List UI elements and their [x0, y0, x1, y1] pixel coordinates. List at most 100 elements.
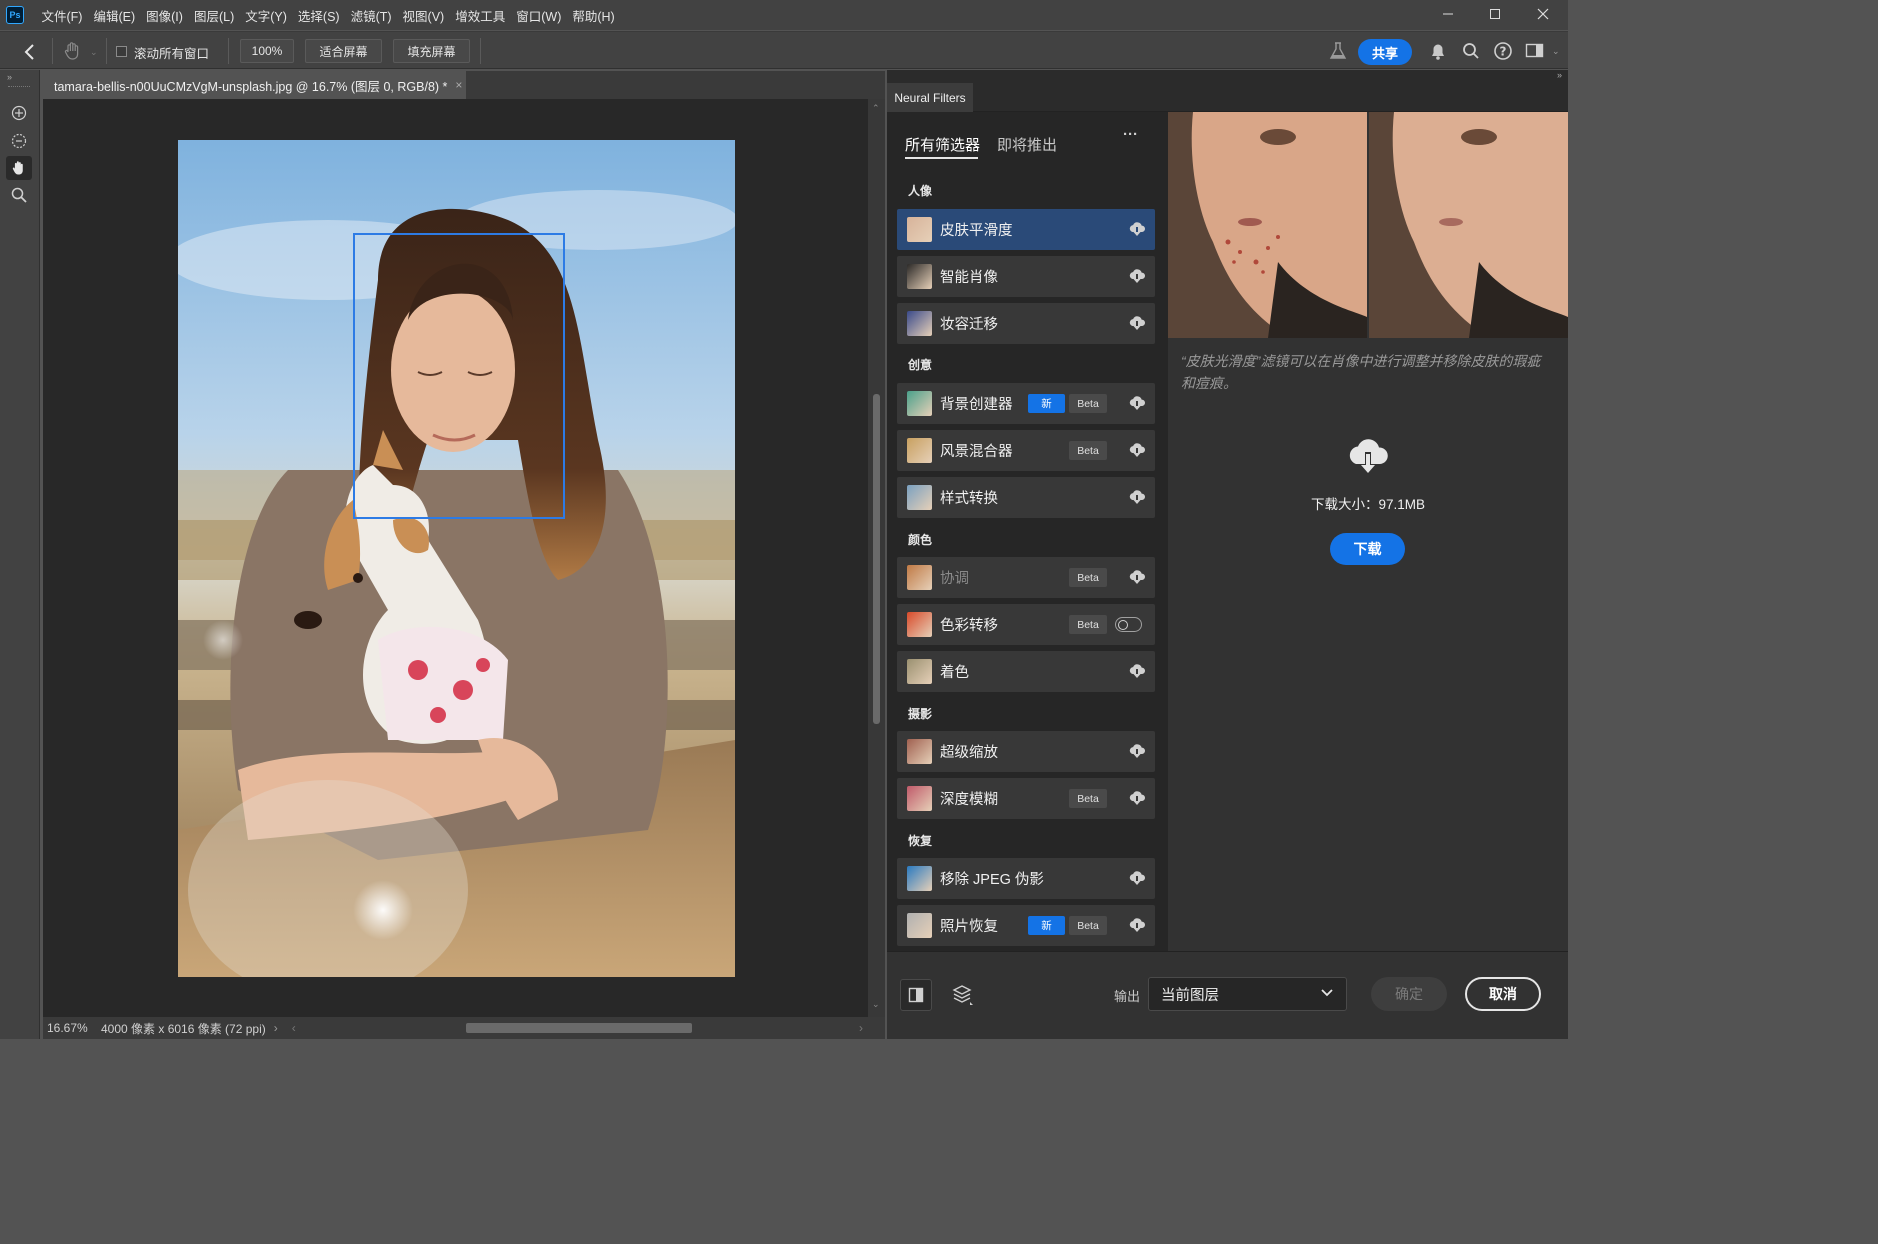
collapse-toolbar-icon[interactable]: » — [7, 72, 12, 82]
menu-layer[interactable]: 图层(L) — [188, 0, 239, 30]
cloud-download-icon[interactable] — [1128, 489, 1146, 505]
tab-neural-filters[interactable]: Neural Filters — [887, 83, 973, 112]
filter-toggle[interactable] — [1115, 617, 1142, 632]
tool-preset-chevron-icon[interactable]: ⌄ — [90, 47, 98, 58]
compare-view-icon[interactable] — [900, 979, 932, 1011]
close-tab-icon[interactable]: × — [455, 78, 462, 92]
filter-row[interactable]: 色彩转移 Beta — [897, 604, 1155, 645]
canvas-area[interactable] — [43, 99, 868, 1017]
filter-row[interactable]: 协调 Beta — [897, 557, 1155, 598]
menu-select[interactable]: 选择(S) — [292, 0, 345, 30]
menu-help[interactable]: 帮助(H) — [567, 0, 620, 30]
tab-all-filters[interactable]: 所有筛选器 — [905, 134, 980, 155]
filter-label: 协调 — [940, 571, 969, 587]
cloud-download-icon[interactable] — [1128, 790, 1146, 806]
collapse-panel-icon[interactable]: » — [1557, 70, 1562, 80]
menu-filter[interactable]: 滤镜(T) — [345, 0, 397, 30]
filter-row[interactable]: 超级缩放 — [897, 731, 1155, 772]
horizontal-scrollbar[interactable] — [296, 1018, 859, 1038]
vertical-scrollbar[interactable]: ⌃ ⌄ — [868, 99, 885, 1017]
filter-thumbnail — [907, 311, 932, 336]
divider — [106, 38, 107, 64]
menu-edit[interactable]: 编辑(E) — [88, 0, 141, 30]
cloud-download-icon[interactable] — [1128, 315, 1146, 331]
cloud-download-icon[interactable] — [1128, 569, 1146, 585]
document-tab[interactable]: tamara-bellis-n00UuCMzVgM-unsplash.jpg @… — [43, 71, 466, 99]
close-icon[interactable] — [1520, 0, 1566, 28]
status-expand-icon[interactable]: › — [274, 1021, 278, 1035]
filter-thumbnail — [907, 659, 932, 684]
photoshop-logo-icon[interactable]: Ps — [6, 6, 24, 24]
more-options-icon[interactable]: ··· — [1123, 126, 1138, 143]
document-photo[interactable] — [178, 140, 735, 977]
filter-row[interactable]: 移除 JPEG 伪影 — [897, 858, 1155, 899]
workspace-icon[interactable] — [1525, 42, 1545, 60]
menu-image[interactable]: 图像(I) — [141, 0, 189, 30]
filter-row[interactable]: 智能肖像 — [897, 256, 1155, 297]
scroll-up-icon[interactable]: ⌃ — [872, 103, 880, 114]
fill-screen-button[interactable]: 填充屏幕 — [393, 39, 470, 63]
menu-window[interactable]: 窗口(W) — [511, 0, 567, 30]
vertical-scrollbar-thumb[interactable] — [873, 394, 880, 724]
ok-button[interactable]: 确定 — [1371, 977, 1447, 1011]
fit-screen-button[interactable]: 适合屏幕 — [305, 39, 382, 63]
panel-footer: 输出 当前图层 确定 取消 — [887, 951, 1568, 1039]
cloud-download-icon[interactable] — [1128, 870, 1146, 886]
minimize-icon[interactable] — [1425, 0, 1471, 28]
divider — [52, 38, 53, 64]
filter-thumbnail — [907, 786, 932, 811]
cloud-download-icon[interactable] — [1128, 221, 1146, 237]
filter-row[interactable]: 背景创建器新 Beta — [897, 383, 1155, 424]
workspace-chevron-icon[interactable]: ⌄ — [1552, 46, 1560, 57]
filter-thumbnail — [907, 485, 932, 510]
output-select[interactable]: 当前图层 — [1148, 977, 1347, 1011]
menu-plugins[interactable]: 增效工具 — [450, 0, 511, 30]
hand-tool-icon[interactable] — [62, 40, 84, 62]
zoom-icon[interactable] — [6, 183, 32, 207]
filter-row[interactable]: 风景混合器 Beta — [897, 430, 1155, 471]
filter-row[interactable]: 皮肤平滑度 — [897, 209, 1155, 250]
back-arrow-icon[interactable] — [20, 42, 40, 62]
menu-file[interactable]: 文件(F) — [36, 0, 88, 30]
filter-row[interactable]: 照片恢复 新 Beta — [897, 905, 1155, 946]
scroll-all-checkbox[interactable] — [116, 46, 127, 57]
filter-row[interactable]: 着色 — [897, 651, 1155, 692]
filter-list: 所有筛选器 即将推出 ··· 人像 皮肤平滑度 智能肖像 妆容迁移 创意 背景创建器新 Be… — [887, 112, 1168, 951]
layers-icon[interactable] — [947, 979, 979, 1011]
active-tab-underline — [905, 157, 978, 159]
menu-view[interactable]: 视图(V) — [397, 0, 450, 30]
zoom-100-button[interactable]: 100% — [240, 39, 294, 63]
cancel-button[interactable]: 取消 — [1465, 977, 1541, 1011]
filter-row[interactable]: 妆容迁移 — [897, 303, 1155, 344]
move-icon[interactable] — [6, 101, 32, 125]
scroll-down-icon[interactable]: ⌄ — [872, 999, 880, 1010]
share-button[interactable]: 共享 — [1358, 39, 1412, 65]
new-badge: 新 — [1028, 394, 1065, 413]
cloud-download-icon[interactable] — [1128, 663, 1146, 679]
cloud-download-icon[interactable] — [1128, 442, 1146, 458]
cloud-download-icon[interactable] — [1128, 268, 1146, 284]
maximize-icon[interactable] — [1472, 0, 1518, 28]
menu-type[interactable]: 文字(Y) — [240, 0, 293, 30]
notifications-bell-icon[interactable] — [1428, 41, 1448, 61]
cloud-download-icon[interactable] — [1128, 743, 1146, 759]
toolbar-grip[interactable] — [8, 86, 30, 88]
download-button[interactable]: 下载 — [1330, 533, 1405, 565]
search-icon[interactable] — [1461, 41, 1481, 61]
horizontal-scrollbar-thumb[interactable] — [465, 1023, 692, 1033]
filter-row[interactable]: 深度模糊 Beta — [897, 778, 1155, 819]
filter-label: 超级缩放 — [940, 745, 998, 761]
labs-flask-icon[interactable] — [1328, 41, 1348, 61]
cloud-download-icon[interactable] — [1128, 917, 1146, 933]
beta-badge: Beta — [1069, 441, 1107, 460]
cloud-download-icon[interactable] — [1128, 395, 1146, 411]
scroll-right-icon[interactable]: › — [859, 1021, 863, 1035]
lasso-icon[interactable] — [6, 129, 32, 153]
status-zoom[interactable]: 16.67% — [43, 1021, 95, 1035]
tab-coming-soon[interactable]: 即将推出 — [997, 134, 1057, 155]
filter-row[interactable]: 样式转换 — [897, 477, 1155, 518]
filter-thumbnail — [907, 565, 932, 590]
beta-badge: Beta — [1069, 615, 1107, 634]
help-icon[interactable]: ? — [1493, 41, 1513, 61]
hand-icon[interactable] — [6, 156, 32, 180]
